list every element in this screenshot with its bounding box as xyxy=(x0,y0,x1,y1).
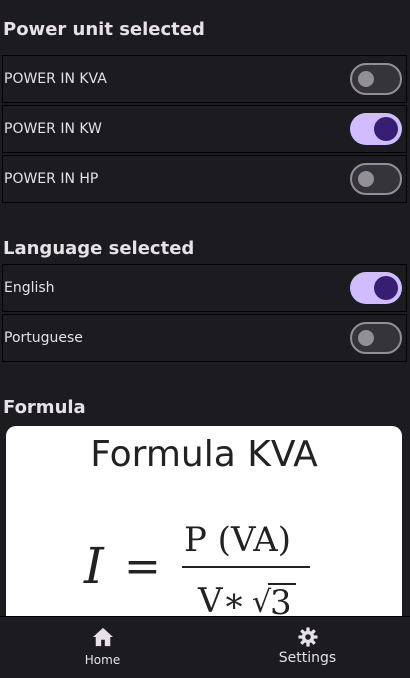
power-option-label: POWER IN KW xyxy=(4,121,102,137)
nav-home[interactable]: Home xyxy=(0,617,205,678)
formula-numerator: P (VA) xyxy=(184,520,291,560)
language-heading: Language selected xyxy=(3,238,195,259)
switch-thumb xyxy=(358,330,374,346)
switch-thumb xyxy=(374,276,398,300)
bottom-navigation: Home Settings xyxy=(0,616,410,678)
power-option-label: POWER IN KVA xyxy=(4,71,107,87)
formula-heading: Formula xyxy=(3,397,86,418)
power-option-label: POWER IN HP xyxy=(4,171,99,187)
portuguese-switch[interactable] xyxy=(350,322,402,354)
switch-thumb xyxy=(358,171,374,187)
power-kw-switch[interactable] xyxy=(350,113,402,145)
nav-home-label: Home xyxy=(84,653,121,667)
language-option-label: Portuguese xyxy=(4,330,83,346)
formula-equals: = xyxy=(124,541,161,592)
english-switch[interactable] xyxy=(350,272,402,304)
nav-settings[interactable]: Settings xyxy=(205,617,410,678)
power-option-kva[interactable]: POWER IN KVA xyxy=(2,55,407,103)
nav-settings-label: Settings xyxy=(278,650,337,666)
formula-lhs: I xyxy=(83,537,105,595)
switch-thumb xyxy=(374,117,398,141)
sqrt-symbol: √ xyxy=(252,585,272,620)
language-option-portuguese[interactable]: Portuguese xyxy=(2,314,407,362)
switch-thumb xyxy=(358,71,374,87)
language-option-label: English xyxy=(4,280,55,296)
power-option-kw[interactable]: POWER IN KW xyxy=(2,105,407,153)
formula-card: Formula KVA I = P (VA) V∗ √ 3 xyxy=(6,426,402,626)
formula-expression: I = P (VA) V∗ √ 3 xyxy=(83,520,310,623)
power-kva-switch[interactable] xyxy=(350,63,402,95)
power-hp-switch[interactable] xyxy=(350,163,402,195)
home-icon xyxy=(92,627,113,647)
formula-denominator: V∗ xyxy=(197,581,246,621)
power-option-hp[interactable]: POWER IN HP xyxy=(2,155,407,203)
power-unit-heading: Power unit selected xyxy=(3,19,205,40)
gear-icon xyxy=(297,627,318,647)
settings-screen: Power unit selected POWER IN KVA POWER I… xyxy=(0,0,410,678)
language-option-english[interactable]: English xyxy=(2,264,407,312)
